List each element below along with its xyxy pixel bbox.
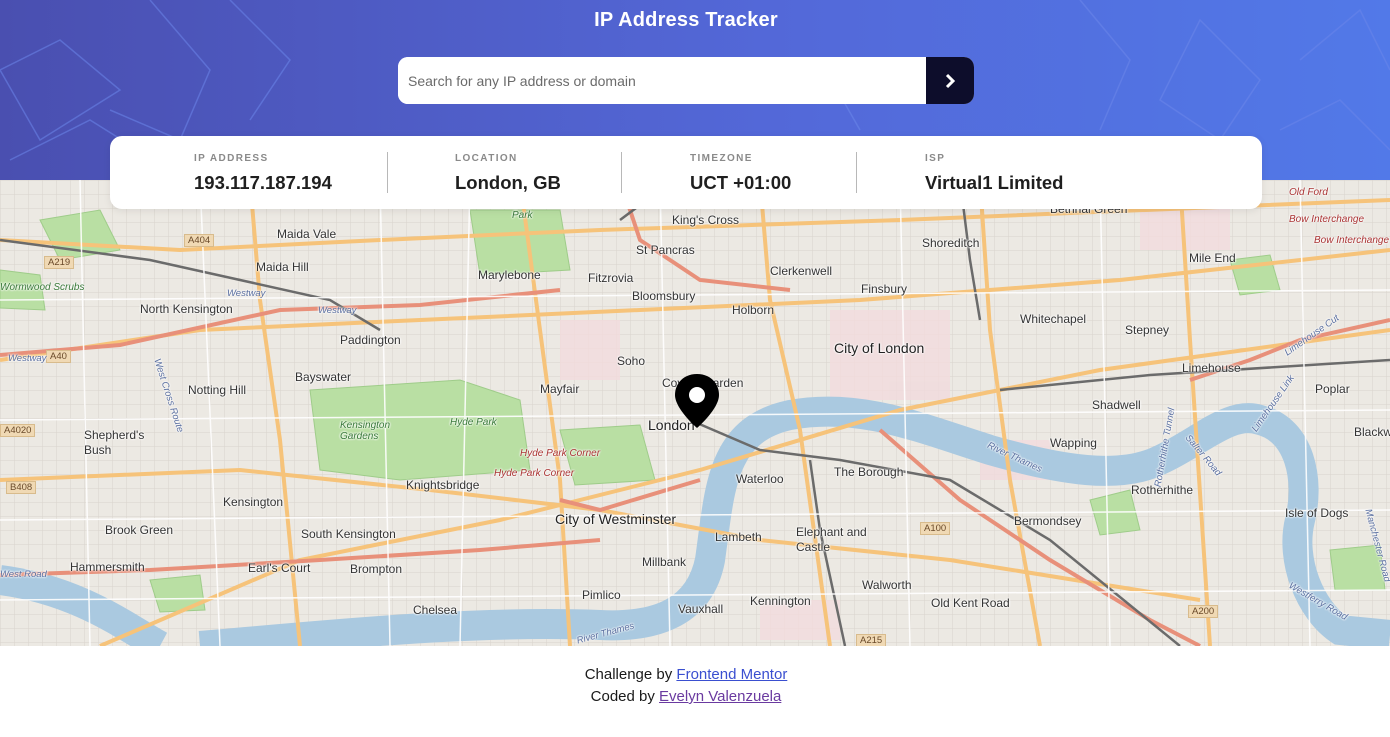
map-label: Stepney <box>1125 323 1170 337</box>
map-label: Clerkenwell <box>770 264 833 278</box>
map-label: Maida Hill <box>256 260 309 274</box>
map-label: City of Westminster <box>555 511 677 527</box>
map-label: Pimlico <box>582 588 621 602</box>
map-label: Walworth <box>862 578 912 592</box>
map-label: The Borough <box>834 465 904 479</box>
map-label: Isle of Dogs <box>1285 506 1349 520</box>
author-credit: Coded by Evelyn Valenzuela <box>0 686 1372 708</box>
map-label: Elephant and Castle <box>796 525 867 554</box>
map-label: Millbank <box>642 555 687 569</box>
map-label: Wormwood Scrubs <box>0 282 85 293</box>
map-label: St Pancras <box>636 243 695 257</box>
map-label: Bermondsey <box>1014 514 1082 528</box>
divider <box>856 152 857 193</box>
map-label: Bow Interchange <box>1289 214 1365 225</box>
map-label: Mayfair <box>540 382 580 396</box>
map-label: Brompton <box>350 562 403 576</box>
map-label: Hyde Park <box>450 417 497 428</box>
map-label: South Kensington <box>301 527 396 541</box>
author-link[interactable]: Evelyn Valenzuela <box>659 688 781 705</box>
map-label: Paddington <box>340 333 401 347</box>
challenge-credit: Challenge by Frontend Mentor <box>0 664 1372 686</box>
map-label: Hammersmith <box>70 560 145 574</box>
chevron-right-icon <box>945 73 956 88</box>
map-road-label: A219 <box>44 256 75 269</box>
search-bar <box>398 57 974 104</box>
map-label: Earl's Court <box>248 561 311 575</box>
location-label: LOCATION <box>455 153 518 164</box>
map-label: Finsbury <box>861 282 908 296</box>
map-label: Bayswater <box>295 370 352 384</box>
map-label: Shadwell <box>1092 398 1141 412</box>
map-label: Vauxhall <box>678 602 724 616</box>
map-road-label: A200 <box>1188 605 1219 618</box>
map-label: Fitzrovia <box>588 271 634 285</box>
divider <box>621 152 622 193</box>
search-submit-button[interactable] <box>926 57 974 104</box>
map-road-label: B408 <box>6 481 37 494</box>
page-title: IP Address Tracker <box>594 9 778 31</box>
map-road-label: A40 <box>46 350 71 363</box>
timezone-value: UCT +01:00 <box>690 172 792 193</box>
ip-address-value: 193.117.187.194 <box>194 172 332 193</box>
map-label: Kensington <box>223 495 284 509</box>
map-label: Waterloo <box>736 472 784 486</box>
map-label: Limehouse <box>1182 361 1241 375</box>
map-road-label: A100 <box>920 522 951 535</box>
footer: Challenge by Frontend Mentor Coded by Ev… <box>0 664 1372 708</box>
map-label: Brook Green <box>105 523 174 537</box>
location-value: London, GB <box>455 172 561 193</box>
frontend-mentor-link[interactable]: Frontend Mentor <box>676 666 787 683</box>
map-label: Kensington Gardens <box>340 420 391 442</box>
map-road-label: A215 <box>856 634 887 646</box>
map-label: Soho <box>617 354 646 368</box>
isp-label: ISP <box>925 153 946 164</box>
map-label: Bow Interchange <box>1314 235 1390 246</box>
map-label: Hyde Park Corner <box>494 468 575 479</box>
map-label: City of London <box>834 340 925 356</box>
ip-address-label: IP ADDRESS <box>194 153 269 164</box>
map-label: Wapping <box>1050 436 1097 450</box>
map-label: North Kensington <box>140 302 233 316</box>
ip-info-panel: IP ADDRESS 193.117.187.194 LOCATION Lond… <box>110 136 1262 209</box>
map-label: Shoreditch <box>922 236 980 250</box>
challenge-prefix: Challenge by <box>584 666 673 683</box>
map-label: Westway <box>8 353 47 364</box>
map-label: Old Ford <box>1289 187 1328 198</box>
map-label: Lambeth <box>715 530 762 544</box>
isp-value: Virtual1 Limited <box>925 172 1064 193</box>
map-road-label: A4020 <box>0 424 36 437</box>
map-label: Whitechapel <box>1020 312 1087 326</box>
map-label: Chelsea <box>413 603 458 617</box>
map-label: Westway <box>318 305 357 316</box>
map-label: Poplar <box>1315 382 1350 396</box>
map-road-label: A404 <box>184 234 215 247</box>
map-label: Notting Hill <box>188 383 247 397</box>
map-label: Hyde Park Corner <box>520 448 601 459</box>
map-label: Mile End <box>1189 251 1236 265</box>
map-label: Shepherd's Bush <box>84 428 145 457</box>
map-label: King's Cross <box>672 213 739 227</box>
map-label: Old Kent Road <box>931 596 1010 610</box>
map-label: Holborn <box>732 303 775 317</box>
location-pin-icon[interactable] <box>674 373 720 429</box>
map-label: Kennington <box>750 594 811 608</box>
map-label: Westway <box>227 288 266 299</box>
map-label: Park <box>512 210 533 221</box>
map-label: Knightsbridge <box>406 478 480 492</box>
timezone-label: TIMEZONE <box>690 153 753 164</box>
map-label: Blackwall <box>1354 425 1390 439</box>
map-label: Marylebone <box>478 268 541 282</box>
divider <box>387 152 388 193</box>
map-label: West Road <box>0 569 47 580</box>
map-label: Maida Vale <box>277 227 337 241</box>
coded-prefix: Coded by <box>590 688 655 705</box>
search-input[interactable] <box>398 57 926 104</box>
map-label: Bloomsbury <box>632 289 696 303</box>
